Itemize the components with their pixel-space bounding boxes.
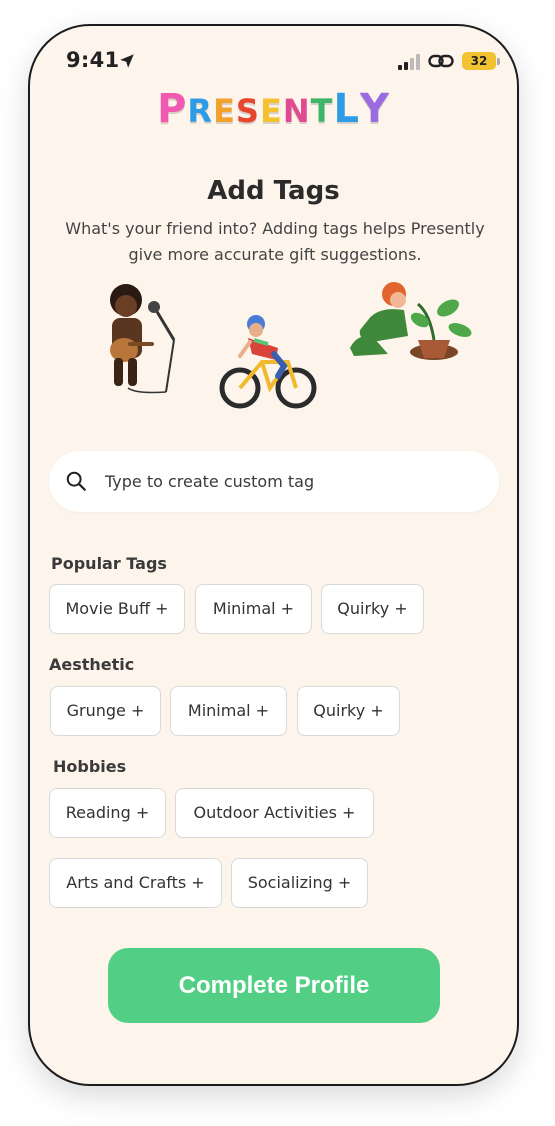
page-subtitle: What's your friend into? Adding tags hel… [65, 219, 485, 264]
page-title: Add Tags [207, 176, 340, 206]
tag-chip-minimal-aesthetic[interactable]: Minimal + [170, 686, 287, 736]
cyclist-illustration [219, 315, 317, 409]
phone-frame: 9:41 32 PRESENTLY Add Tags What's your f… [28, 24, 519, 1086]
status-time: 9:41 [66, 48, 120, 72]
tag-chip-movie-buff[interactable]: Movie Buff + [49, 584, 185, 634]
logo-letter: E [213, 92, 236, 130]
gardener-illustration [350, 282, 472, 360]
section-label-hobbies: Hobbies [53, 757, 127, 776]
battery-tip [497, 58, 500, 65]
logo-letter: T [310, 92, 334, 130]
cellular-signal-icon [398, 54, 420, 70]
search-icon [66, 471, 86, 491]
logo-letter: L [333, 86, 360, 132]
location-arrow-icon [120, 54, 134, 68]
logo-letter: N [282, 92, 311, 130]
tag-search-bar[interactable] [49, 451, 499, 512]
complete-profile-button[interactable]: Complete Profile [108, 948, 440, 1023]
logo-letter: R [187, 92, 214, 130]
logo-letter: S [235, 92, 260, 130]
battery-indicator: 32 [462, 52, 496, 70]
logo-letter: Y [359, 86, 390, 132]
tag-chip-outdoor-activities[interactable]: Outdoor Activities + [175, 788, 374, 838]
logo-letter: P [157, 86, 188, 132]
presently-logo: PRESENTLY [30, 86, 517, 132]
tag-chip-socializing[interactable]: Socializing + [231, 858, 368, 908]
section-label-popular-tags: Popular Tags [51, 554, 167, 573]
tag-chip-arts-and-crafts[interactable]: Arts and Crafts + [49, 858, 222, 908]
logo-letter: E [259, 92, 283, 130]
tag-search-input[interactable] [105, 451, 485, 512]
tag-chip-quirky[interactable]: Quirky + [321, 584, 424, 634]
link-icon [428, 54, 454, 68]
tag-chip-grunge[interactable]: Grunge + [50, 686, 161, 736]
tag-chip-reading[interactable]: Reading + [49, 788, 166, 838]
singer-illustration [110, 284, 176, 394]
tag-chip-minimal[interactable]: Minimal + [195, 584, 312, 634]
section-label-aesthetic: Aesthetic [49, 655, 135, 674]
tag-chip-quirky-aesthetic[interactable]: Quirky + [297, 686, 400, 736]
